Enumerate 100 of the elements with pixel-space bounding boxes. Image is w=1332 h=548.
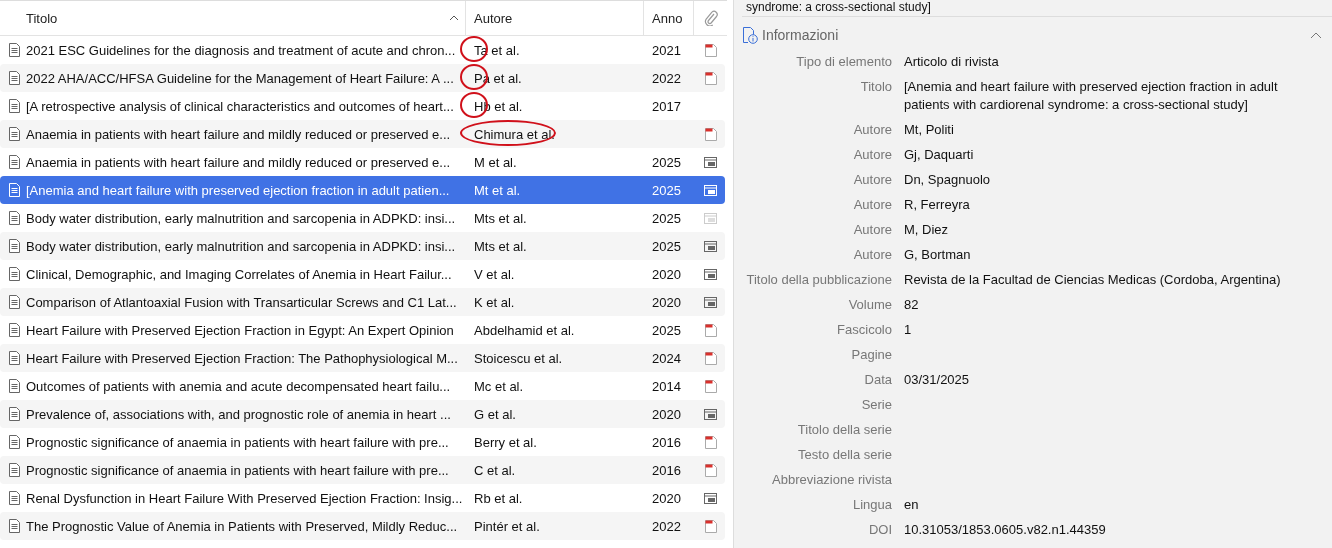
- document-icon: [8, 155, 20, 169]
- year-cell: 2020: [652, 406, 681, 422]
- document-icon: [8, 323, 20, 337]
- sort-ascending-icon[interactable]: [449, 15, 459, 21]
- year-cell: 2014: [652, 378, 681, 394]
- table-row[interactable]: Body water distribution, early malnutrition and sarcopenia in ADPKD: insi... Mts et al. 2025: [0, 204, 725, 232]
- year-cell: 2016: [652, 434, 681, 450]
- field-label: Serie: [861, 397, 892, 412]
- field-value[interactable]: 10.31053/1853.0605.v82.n1.44359: [904, 521, 1292, 539]
- pdf-icon[interactable]: [704, 323, 717, 337]
- pdf-icon[interactable]: [704, 351, 717, 365]
- year-cell: 2025: [652, 322, 681, 338]
- year-cell: 2025: [652, 154, 681, 170]
- year-cell: 2020: [652, 266, 681, 282]
- title-cell-text: The Prognostic Value of Anemia in Patients with Preserved, Mildly Reduc...: [26, 518, 459, 534]
- field-value[interactable]: Gj, Daquarti: [904, 146, 1292, 164]
- table-row[interactable]: Renal Dysfunction in Heart Failure With Preserved Ejection Fraction: Insig... Rb et al. 2020: [0, 484, 725, 512]
- field-label: Titolo della pubblicazione: [746, 272, 892, 287]
- paperclip-icon[interactable]: [703, 10, 718, 26]
- table-row[interactable]: Body water distribution, early malnutrition and sarcopenia in ADPKD: insi... Mts et al. 2025: [0, 232, 725, 260]
- column-header[interactable]: Autore: [474, 10, 513, 26]
- field-value[interactable]: Mt, Politi: [904, 121, 1292, 139]
- document-icon: [8, 295, 20, 309]
- field-label: Data: [864, 372, 892, 387]
- year-cell: 2025: [652, 210, 681, 226]
- section-title: Informazioni: [762, 27, 839, 43]
- pdf-icon[interactable]: [704, 463, 717, 477]
- table-row[interactable]: Anaemia in patients with heart failure and mildly reduced or preserved e... Chimura et al.: [0, 120, 725, 148]
- document-icon: [8, 183, 20, 197]
- author-cell: Pintér et al.: [474, 518, 540, 534]
- field-value[interactable]: R, Ferreyra: [904, 196, 1292, 214]
- pdf-icon[interactable]: [704, 127, 717, 141]
- year-cell: 2022: [652, 70, 681, 86]
- table-row[interactable]: Anaemia in patients with heart failure and mildly reduced or preserved e... M et al. 2025: [0, 148, 725, 176]
- author-cell: Abdelhamid et al.: [474, 322, 575, 338]
- title-cell-text: Anaemia in patients with heart failure and mildly reduced or preserved e...: [26, 154, 452, 170]
- field-value[interactable]: en: [904, 496, 1292, 514]
- document-icon: [8, 239, 20, 253]
- table-row[interactable]: Prognostic significance of anaemia in patients with heart failure with pre... C et al. 2016: [0, 456, 725, 484]
- title-cell-text: 2021 ESC Guidelines for the diagnosis and treatment of acute and chron...: [26, 42, 457, 58]
- collapse-icon[interactable]: [1310, 31, 1322, 39]
- title-cell-text: [A retrospective analysis of clinical characteristics and outcomes of heart...: [26, 98, 455, 114]
- snapshot-icon[interactable]: [704, 492, 717, 504]
- author-cell: Mts et al.: [474, 238, 527, 254]
- pdf-icon[interactable]: [704, 379, 717, 393]
- snapshot-icon[interactable]: [704, 156, 717, 168]
- table-row[interactable]: Outcomes of patients with anemia and acute decompensated heart failu... Mc et al. 2014: [0, 372, 725, 400]
- snapshot-icon[interactable]: [704, 240, 717, 252]
- title-cell-text: Outcomes of patients with anemia and acute decompensated heart failu...: [26, 378, 452, 394]
- field-label: Autore: [853, 122, 892, 137]
- field-value[interactable]: Revista de la Facultad de Ciencias Medicas (Cordoba, Argentina): [904, 271, 1292, 289]
- table-row[interactable]: Comparison of Atlantoaxial Fusion with Transarticular Screws and C1 Lat... K et al. 2020: [0, 288, 725, 316]
- year-cell: 2025: [652, 238, 681, 254]
- year-cell: 2025: [652, 182, 681, 198]
- field-value[interactable]: [Anemia and heart failure with preserved ejection fraction in adult patients with cardiorenal syndrome: a cross-sectional study]: [904, 78, 1292, 114]
- column-header[interactable]: Titolo: [26, 10, 58, 26]
- table-row[interactable]: [Anemia and heart failure with preserved ejection fraction in adult patien... Mt et al. 2025: [0, 176, 725, 204]
- title-text: syndrome: a cross-sectional study]: [742, 0, 1332, 17]
- title-cell-text: Prevalence of, associations with, and prognostic role of anemia in heart ...: [26, 406, 452, 422]
- table-row[interactable]: The Prognostic Value of Anemia in Patients with Preserved, Mildly Reduc... Pintér et al. 2022: [0, 512, 725, 540]
- field-value[interactable]: 03/31/2025: [904, 371, 1292, 389]
- field-value[interactable]: M, Diez: [904, 221, 1292, 239]
- author-cell: V et al.: [474, 266, 515, 282]
- table-row[interactable]: Prevalence of, associations with, and prognostic role of anemia in heart ... G et al. 2020: [0, 400, 725, 428]
- year-cell: 2020: [652, 490, 681, 506]
- field-value[interactable]: Dn, Spagnuolo: [904, 171, 1292, 189]
- document-icon: [8, 211, 20, 225]
- field-label: Volume: [848, 297, 892, 312]
- table-row[interactable]: Clinical, Demographic, and Imaging Correlates of Anemia in Heart Failur... V et al. 2020: [0, 260, 725, 288]
- column-header[interactable]: Anno: [652, 10, 683, 26]
- author-cell: K et al.: [474, 294, 515, 310]
- year-cell: 2017: [652, 98, 681, 114]
- author-cell: M et al.: [474, 154, 517, 170]
- field-value[interactable]: G, Bortman: [904, 246, 1292, 264]
- field-value[interactable]: Articolo di rivista: [904, 53, 1292, 71]
- table-row[interactable]: Heart Failure with Preserved Ejection Fraction: The Pathophysiological M... Stoicescu et al. 2024: [0, 344, 725, 372]
- field-label: Autore: [853, 197, 892, 212]
- snapshot-icon[interactable]: [704, 268, 717, 280]
- year-cell: 2016: [652, 462, 681, 478]
- pdf-icon[interactable]: [704, 43, 717, 57]
- author-cell: Mc et al.: [474, 378, 524, 394]
- title-cell-text: Body water distribution, early malnutrition and sarcopenia in ADPKD: insi...: [26, 210, 457, 226]
- pdf-icon[interactable]: [704, 519, 717, 533]
- field-value[interactable]: 82: [904, 296, 1292, 314]
- field-label: Autore: [853, 247, 892, 262]
- document-icon: [8, 351, 20, 365]
- title-cell-text: [Anemia and heart failure with preserved ejection fraction in adult patien...: [26, 182, 451, 198]
- field-label: DOI: [868, 522, 892, 537]
- snapshot-icon[interactable]: [704, 408, 717, 420]
- table-row[interactable]: Heart Failure with Preserved Ejection Fraction in Egypt: An Expert Opinion Abdelhamid et al. 2025: [0, 316, 725, 344]
- field-label: Fascicolo: [837, 322, 892, 337]
- field-value[interactable]: 1: [904, 321, 1292, 339]
- document-icon: [8, 43, 20, 57]
- pdf-icon[interactable]: [704, 435, 717, 449]
- info-document-icon: [742, 26, 758, 44]
- snapshot-icon[interactable]: [704, 296, 717, 308]
- table-row[interactable]: Prognostic significance of anaemia in patients with heart failure with pre... Berry et al. 2016: [0, 428, 725, 456]
- pdf-icon[interactable]: [704, 71, 717, 85]
- author-cell: C et al.: [474, 462, 516, 478]
- document-icon: [8, 519, 20, 533]
